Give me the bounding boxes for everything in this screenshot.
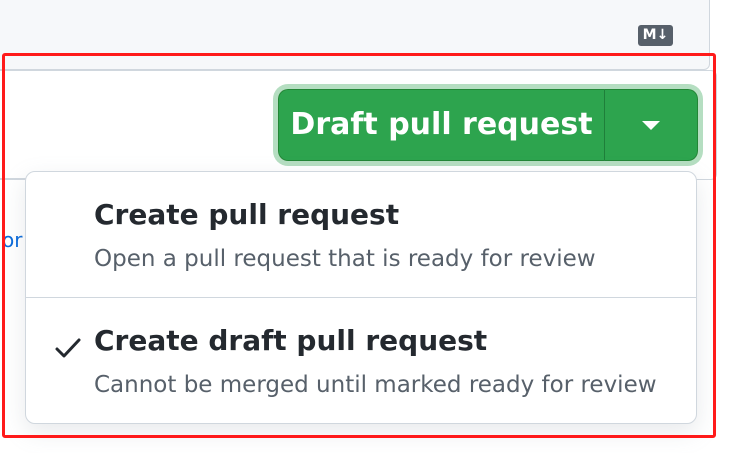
pr-type-menu: Create pull request Open a pull request … — [25, 171, 697, 424]
menu-item-title: Create pull request — [94, 198, 400, 231]
page: M↓ or Draft pull request Create pull req… — [0, 0, 734, 453]
create-pr-split-button: Draft pull request — [278, 89, 698, 161]
menu-item-create-pull-request[interactable]: Create pull request Open a pull request … — [26, 172, 696, 297]
partial-link[interactable]: or — [2, 226, 26, 254]
menu-item-description: Cannot be merged until marked ready for … — [94, 372, 657, 398]
menu-item-create-draft-pull-request[interactable]: Create draft pull request Cannot be merg… — [26, 297, 696, 422]
draft-pull-request-button[interactable]: Draft pull request — [278, 89, 604, 161]
dropdown-toggle-button[interactable] — [604, 89, 698, 161]
check-icon — [55, 338, 81, 358]
menu-item-title: Create draft pull request — [94, 324, 488, 357]
markdown-icon[interactable]: M↓ — [638, 25, 673, 46]
comment-editor — [0, 0, 710, 70]
triangle-down-icon — [642, 120, 660, 130]
menu-item-description: Open a pull request that is ready for re… — [94, 246, 596, 272]
